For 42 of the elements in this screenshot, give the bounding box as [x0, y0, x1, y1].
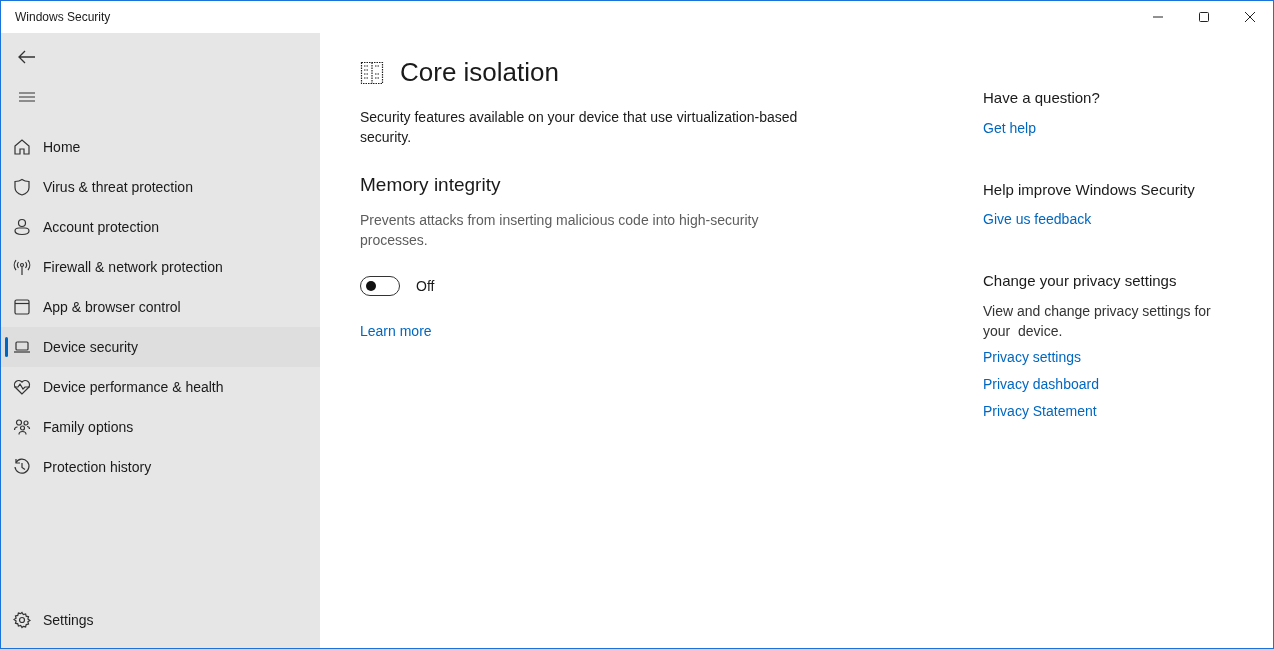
page-title: Core isolation	[400, 57, 559, 89]
nav-item[interactable]: Home	[1, 127, 320, 167]
aside-heading: Have a question?	[983, 88, 1101, 108]
nav-item[interactable]: Account protection	[1, 207, 320, 247]
browser-window-icon	[13, 298, 31, 316]
settings-nav-item[interactable]: Settings	[1, 600, 320, 640]
aside-link[interactable]: Privacy Statement	[983, 400, 1233, 422]
section-description: Prevents attacks from inserting malicious code into high-security processes.	[360, 210, 760, 250]
aside-link[interactable]: Privacy dashboard	[983, 373, 1233, 395]
toggle-switch[interactable]	[360, 276, 400, 297]
history-clock-icon	[13, 458, 31, 476]
nav-item[interactable]: Protection history	[1, 447, 320, 487]
nav-item[interactable]: Device performance & health	[1, 367, 320, 407]
maximize-icon	[1198, 11, 1210, 23]
close-icon	[1244, 11, 1256, 23]
nav-item[interactable]: Virus & threat protection	[1, 167, 320, 207]
window-title: Windows Security	[14, 9, 112, 26]
person-icon	[13, 218, 31, 236]
antenna-icon	[13, 258, 31, 276]
nav-item[interactable]: App & browser control	[1, 287, 320, 327]
laptop-icon	[13, 338, 31, 356]
aside-link[interactable]: Give us feedback	[983, 209, 1233, 230]
settings-icon	[13, 611, 31, 629]
learn-more-link[interactable]: Learn more	[360, 320, 432, 342]
nav-item[interactable]: Family options	[1, 407, 320, 447]
nav-item[interactable]: Device security	[1, 327, 320, 367]
aside-link[interactable]: Get help	[983, 117, 1233, 139]
page-description: Security features available on your device that use virtualization-based security.	[360, 108, 799, 148]
aside-heading: Help improve Windows Security	[983, 179, 1196, 200]
menu-icon	[18, 91, 36, 103]
aside-link[interactable]: Privacy settings	[983, 346, 1233, 368]
section-title: Memory integrity	[360, 173, 502, 198]
nav-item[interactable]: Firewall & network protection	[1, 247, 320, 287]
aside-heading: Change your privacy settings	[983, 271, 1178, 291]
people-icon	[13, 418, 31, 436]
shield-icon	[13, 178, 31, 196]
aside-text: View and change privacy settings for your device.	[983, 301, 1212, 341]
home-icon	[13, 138, 31, 156]
chip-icon	[360, 60, 384, 85]
heart-pulse-icon	[13, 378, 31, 396]
back-arrow-icon	[18, 50, 36, 64]
toggle-label: Off	[416, 276, 435, 296]
